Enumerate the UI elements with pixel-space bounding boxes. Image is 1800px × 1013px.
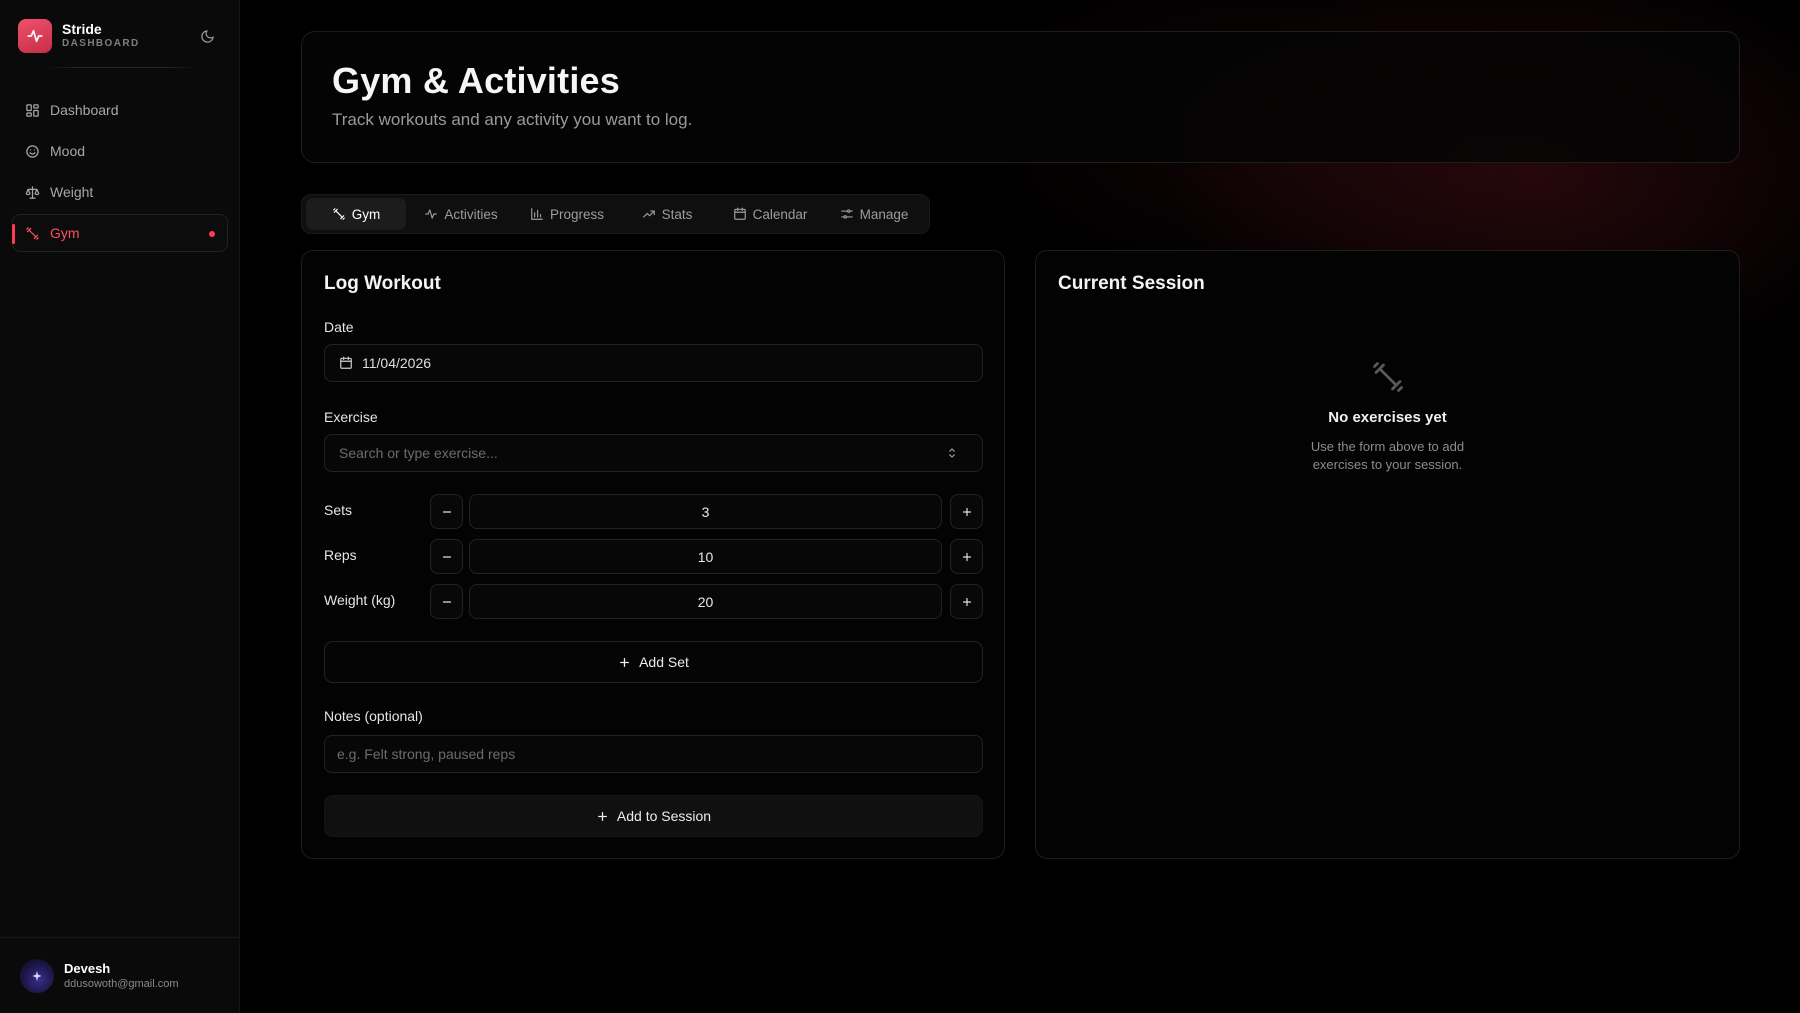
- date-picker[interactable]: 11/04/2026: [324, 344, 983, 382]
- sidebar-nav: Dashboard Mood Weight Gym: [12, 91, 228, 255]
- tab-stats[interactable]: Stats: [618, 198, 716, 230]
- exercise-search-input[interactable]: [339, 445, 968, 461]
- calendar-icon: [340, 356, 352, 369]
- reps-decrement-button[interactable]: [430, 539, 463, 574]
- sidebar-item-weight[interactable]: Weight: [12, 173, 228, 211]
- notes-field[interactable]: [324, 735, 983, 773]
- empty-state: No exercises yet Use the form above to a…: [1036, 359, 1739, 474]
- moon-icon: [200, 29, 214, 43]
- weight-stepper: Weight (kg) 20: [324, 584, 983, 619]
- exercise-combobox[interactable]: [324, 434, 983, 472]
- brand-subtitle: DASHBOARD: [62, 38, 140, 49]
- empty-state-title: No exercises yet: [1328, 409, 1447, 426]
- sidebar-item-label: Weight: [50, 184, 94, 200]
- smile-icon: [26, 144, 39, 158]
- grid-icon: [26, 103, 39, 117]
- brand[interactable]: Stride DASHBOARD: [18, 19, 218, 53]
- sidebar-item-label: Gym: [50, 225, 80, 241]
- tab-bar: Gym Activities Progress Stats Calendar M…: [301, 194, 930, 234]
- calendar-icon: [733, 207, 746, 220]
- minus-icon: [442, 555, 451, 558]
- sets-increment-button[interactable]: [950, 494, 983, 529]
- card-title: Log Workout: [324, 273, 441, 294]
- page-subtitle: Track workouts and any activity you want…: [332, 110, 693, 129]
- tab-label: Calendar: [752, 206, 808, 222]
- brand-name: Stride: [62, 21, 102, 37]
- dumbbell-icon: [1372, 362, 1403, 392]
- sets-stepper: Sets 3: [324, 494, 983, 529]
- sidebar-item-mood[interactable]: Mood: [12, 132, 228, 170]
- trending-up-icon: [642, 210, 655, 218]
- activity-icon: [425, 209, 438, 219]
- tab-label: Activities: [444, 206, 498, 222]
- tab-label: Manage: [859, 206, 909, 222]
- tab-manage[interactable]: Manage: [824, 198, 924, 230]
- user-email: ddusowoth@gmail.com: [64, 978, 179, 990]
- reps-stepper: Reps 10: [324, 539, 983, 574]
- tab-label: Gym: [351, 206, 381, 222]
- tab-label: Progress: [549, 206, 605, 222]
- plus-icon: [620, 657, 630, 667]
- bar-chart-icon: [531, 208, 543, 220]
- sidebar: Stride DASHBOARD Dashboard Mood Weight G…: [0, 0, 240, 1013]
- card-title: Current Session: [1058, 273, 1205, 294]
- sidebar-item-label: Mood: [50, 143, 86, 159]
- plus-icon: [597, 811, 607, 821]
- add-to-session-button[interactable]: Add to Session: [324, 795, 983, 837]
- sidebar-divider: [46, 67, 196, 68]
- add-to-session-label: Add to Session: [616, 808, 712, 824]
- add-set-label: Add Set: [639, 654, 689, 670]
- pulse-icon: [18, 19, 52, 53]
- minus-icon: [442, 600, 451, 603]
- sidebar-item-dashboard[interactable]: Dashboard: [12, 91, 228, 129]
- dumbbell-icon: [26, 226, 39, 240]
- plus-icon: [962, 597, 971, 606]
- active-indicator-dot: [209, 231, 215, 237]
- dumbbell-icon: [332, 208, 345, 220]
- scale-icon: [25, 185, 40, 199]
- exercise-label: Exercise: [324, 409, 378, 425]
- tab-label: Stats: [661, 206, 693, 222]
- tab-calendar[interactable]: Calendar: [716, 198, 824, 230]
- weight-decrement-button[interactable]: [430, 584, 463, 619]
- tab-activities[interactable]: Activities: [406, 198, 516, 230]
- tab-gym[interactable]: Gym: [306, 198, 406, 230]
- empty-state-description: Use the form above to add exercises to y…: [1310, 439, 1465, 472]
- reps-label: Reps: [324, 547, 357, 563]
- date-label: Date: [324, 319, 354, 335]
- tab-progress[interactable]: Progress: [516, 198, 618, 230]
- sets-value[interactable]: 3: [469, 494, 942, 529]
- sidebar-footer-divider: [0, 937, 240, 938]
- sets-decrement-button[interactable]: [430, 494, 463, 529]
- minus-icon: [442, 510, 451, 513]
- sidebar-item-label: Dashboard: [50, 102, 119, 118]
- plus-icon: [962, 507, 971, 516]
- current-session-card: Current Session No exercises yet Use the…: [1035, 250, 1740, 859]
- chevrons-up-down-icon: [949, 448, 955, 458]
- page-header: Gym & Activities Track workouts and any …: [301, 31, 1740, 163]
- user-name: Devesh: [64, 961, 111, 976]
- weight-increment-button[interactable]: [950, 584, 983, 619]
- sidebar-item-gym[interactable]: Gym: [12, 214, 228, 252]
- page-title: Gym & Activities: [332, 60, 620, 101]
- notes-label: Notes (optional): [324, 708, 423, 724]
- reps-value[interactable]: 10: [469, 539, 942, 574]
- plus-icon: [962, 552, 971, 561]
- theme-toggle-button[interactable]: [196, 25, 218, 47]
- reps-increment-button[interactable]: [950, 539, 983, 574]
- notes-input[interactable]: [337, 746, 970, 762]
- date-value: 11/04/2026: [362, 355, 432, 371]
- sliders-icon: [840, 209, 853, 219]
- weight-label: Weight (kg): [324, 592, 396, 608]
- avatar: [20, 959, 54, 993]
- user-profile[interactable]: Devesh ddusowoth@gmail.com: [20, 959, 179, 993]
- weight-value[interactable]: 20: [469, 584, 942, 619]
- log-workout-card: Log Workout Date 11/04/2026 Exercise Set…: [301, 250, 1005, 859]
- add-set-button[interactable]: Add Set: [324, 641, 983, 683]
- sets-label: Sets: [324, 502, 353, 518]
